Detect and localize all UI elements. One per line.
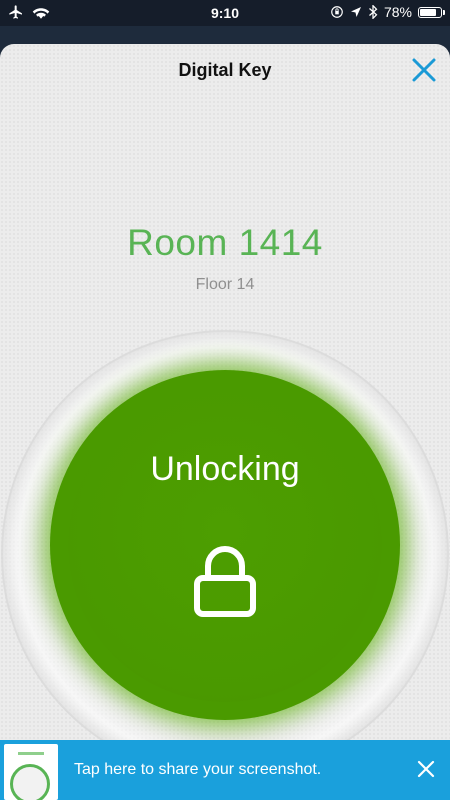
- battery-icon: [418, 6, 445, 18]
- battery-percent: 78%: [383, 4, 412, 20]
- thumbnail-unlock-circle: [10, 764, 50, 800]
- room-title: Room 1414: [127, 222, 323, 263]
- page-title: Digital Key: [178, 60, 272, 80]
- share-screenshot-banner[interactable]: Tap here to share your screenshot.: [0, 740, 450, 800]
- status-right: 78%: [330, 4, 445, 20]
- close-button[interactable]: [408, 54, 440, 86]
- battery-level: [420, 8, 436, 16]
- share-banner-text: Tap here to share your screenshot.: [74, 761, 322, 778]
- location-arrow-icon: [350, 7, 361, 17]
- lock-icon: [194, 546, 256, 617]
- thumbnail-title-line: [18, 752, 44, 755]
- digital-key-sheet: Digital Key Room 1414 Floor 14 Unlocking: [0, 44, 450, 800]
- orientation-lock-icon: [331, 6, 343, 18]
- floor-label: Floor 14: [195, 276, 255, 293]
- unlock-button[interactable]: Unlocking: [50, 370, 400, 720]
- bluetooth-icon: [369, 5, 378, 19]
- close-icon: [412, 58, 436, 82]
- unlock-status-label: Unlocking: [150, 450, 300, 488]
- status-bar: 9:10 78%: [0, 0, 450, 26]
- screenshot-thumbnail: [4, 744, 58, 800]
- share-banner-close-button[interactable]: [416, 759, 436, 779]
- close-icon: [417, 760, 435, 778]
